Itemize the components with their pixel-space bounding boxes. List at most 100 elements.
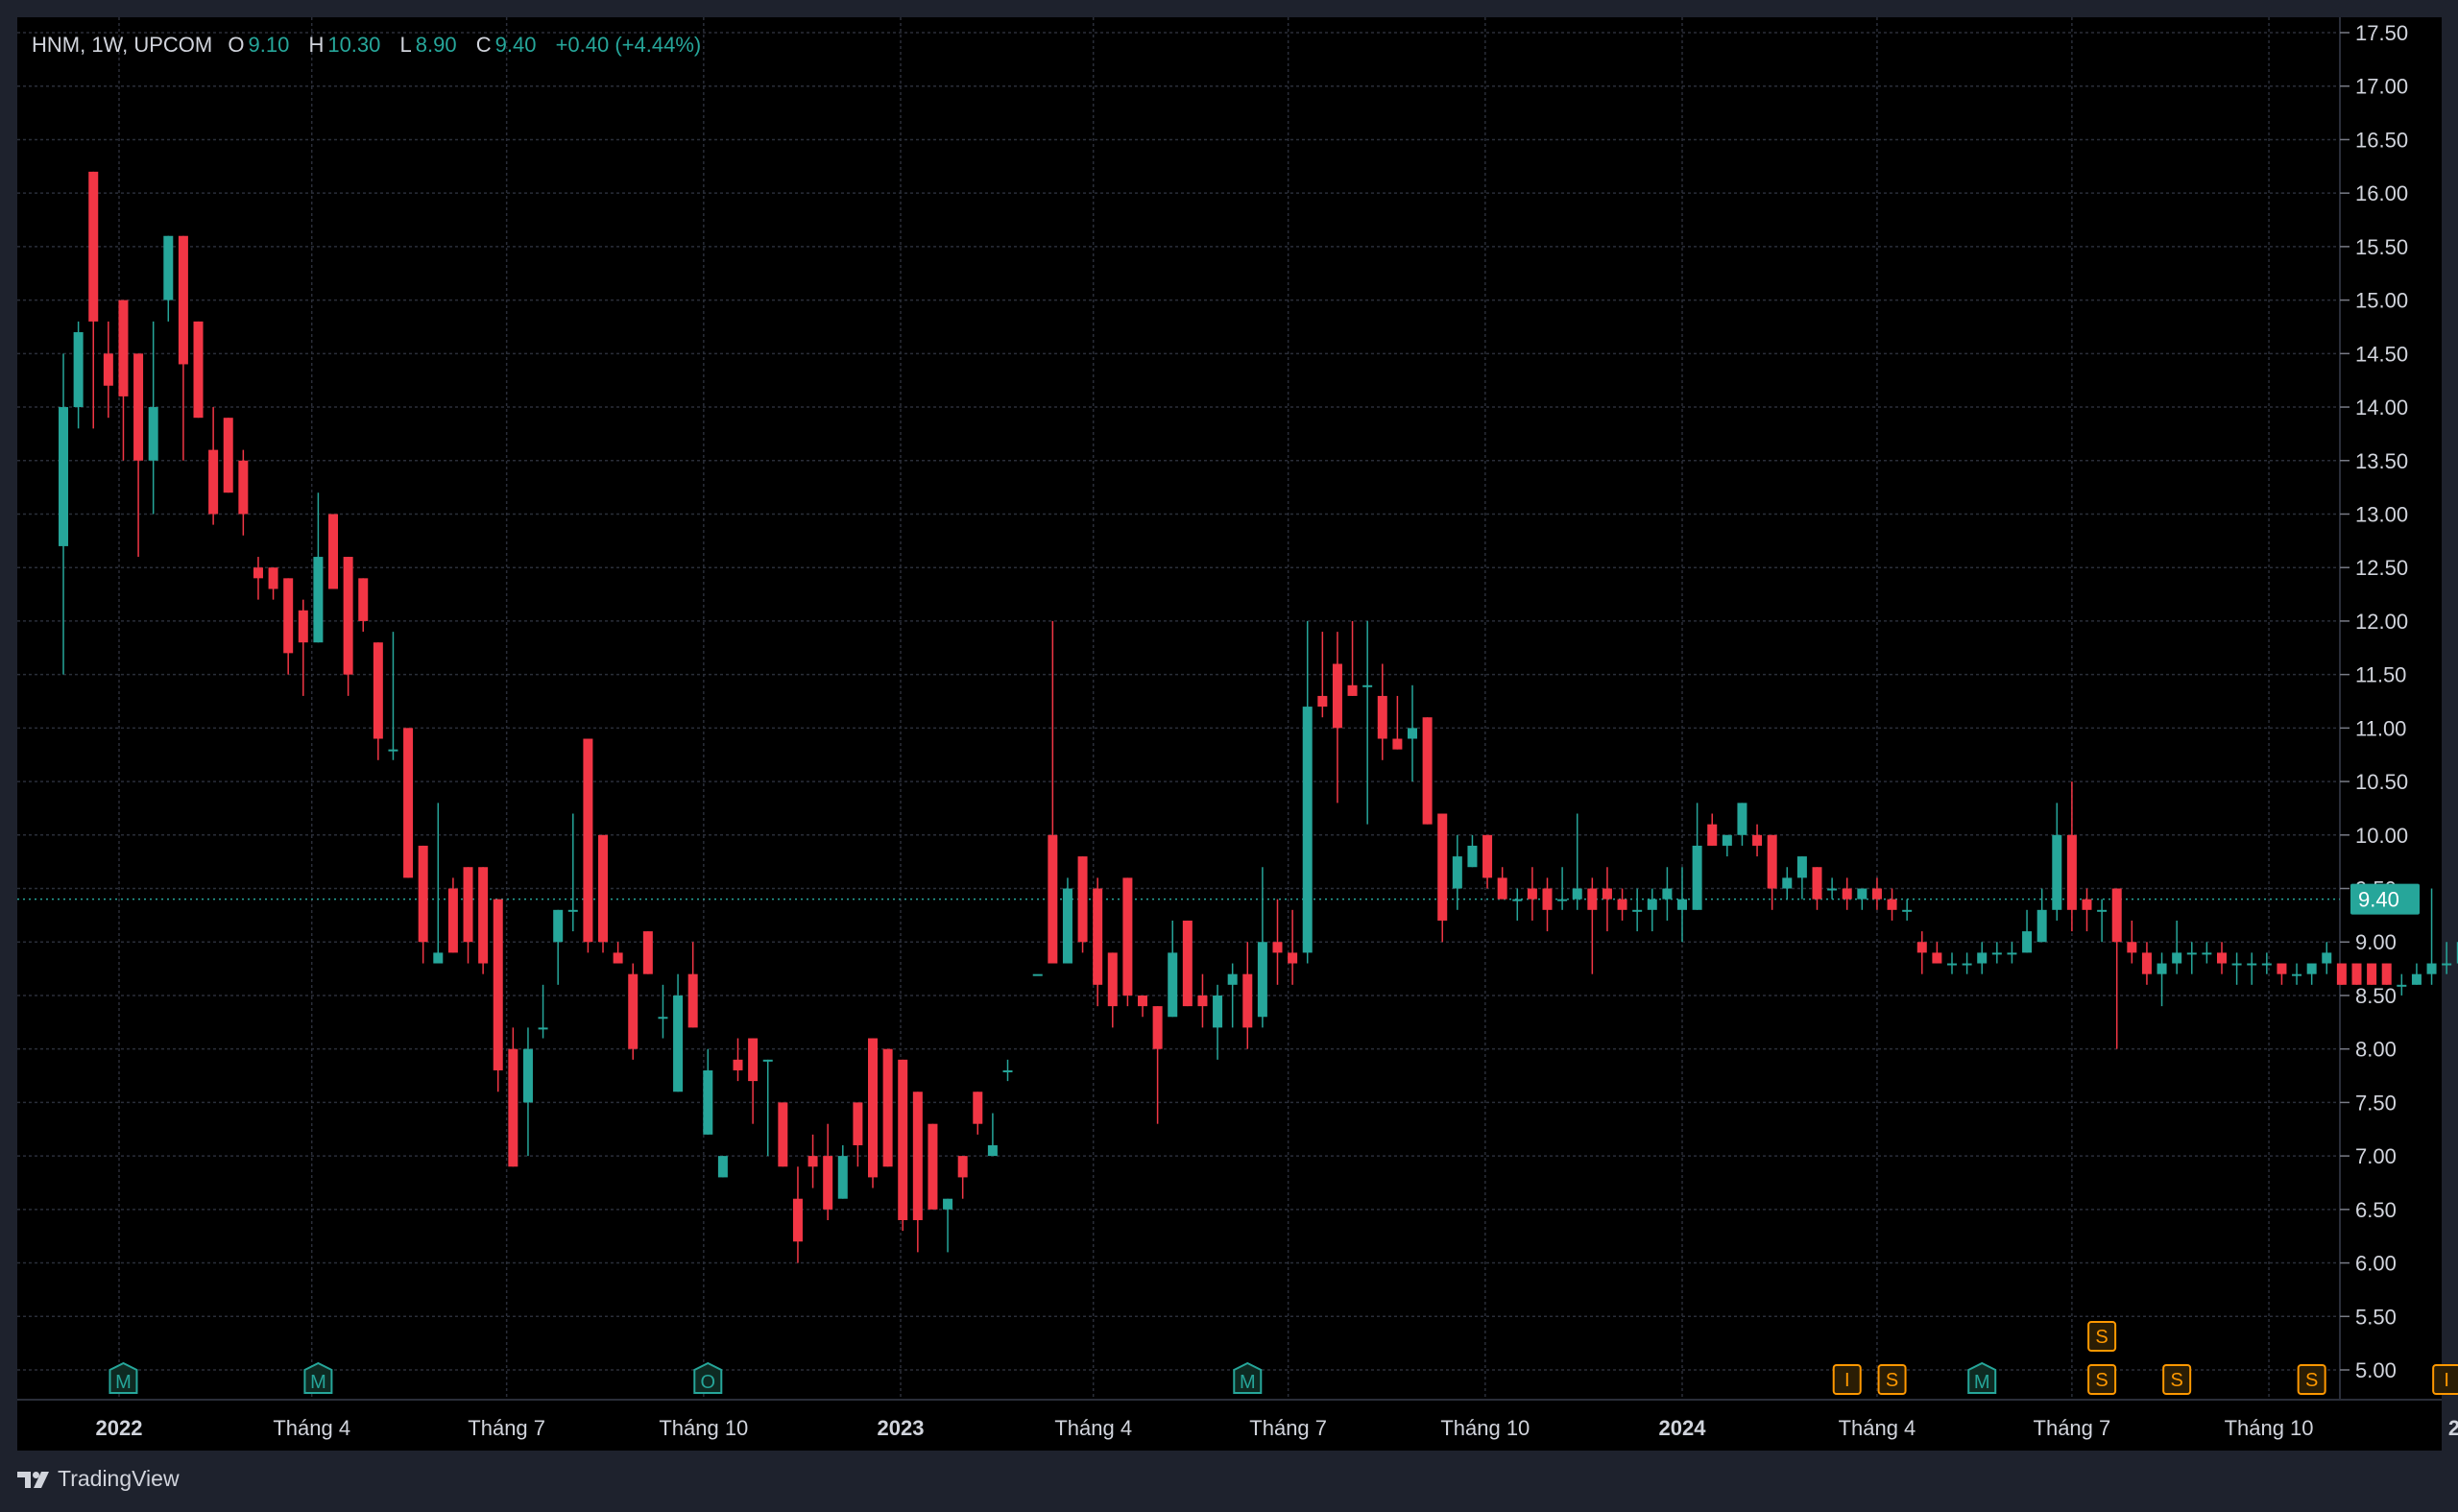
candle xyxy=(328,514,339,589)
candle-body xyxy=(673,995,684,1092)
candle xyxy=(1422,717,1433,825)
candle xyxy=(1782,867,1793,900)
candle-body xyxy=(268,567,278,589)
candle-body xyxy=(59,407,69,546)
candle-body xyxy=(1377,695,1387,739)
candle xyxy=(2127,920,2137,964)
candle-body xyxy=(1332,663,1342,729)
candle xyxy=(1632,888,1643,932)
badge-label: S xyxy=(2095,1370,2108,1391)
candle xyxy=(567,813,578,932)
candle xyxy=(1857,888,1868,910)
candle-body xyxy=(2442,963,2452,966)
candle xyxy=(1122,877,1133,1007)
event-badge-s[interactable]: S xyxy=(2162,1364,2192,1395)
event-badge-m[interactable]: M xyxy=(1233,1361,1263,1394)
tradingview-brand[interactable]: TradingView xyxy=(17,1466,180,1492)
open-label: O xyxy=(228,33,245,57)
candle xyxy=(373,642,383,760)
candle xyxy=(1932,942,1942,964)
candle-body xyxy=(2127,942,2137,953)
candle xyxy=(1991,942,2002,964)
candle-body xyxy=(2111,888,2122,943)
candle xyxy=(703,1048,713,1135)
candle xyxy=(2066,781,2077,932)
candle-body xyxy=(1796,856,1807,878)
candle-body xyxy=(2231,963,2242,966)
y-tick-label: 17.50 xyxy=(2355,21,2408,45)
candle-body xyxy=(748,1038,759,1082)
candle xyxy=(2052,803,2062,921)
event-badges[interactable]: M M O M I S M S S S S I xyxy=(108,1321,2458,1395)
candle-body xyxy=(987,1144,998,1157)
candle xyxy=(2397,973,2407,996)
symbol-title[interactable]: HNM, 1W, UPCOM xyxy=(32,33,212,57)
candle-body xyxy=(478,867,489,964)
candle xyxy=(2426,888,2437,985)
candle-body xyxy=(943,1198,953,1210)
candle xyxy=(973,1092,983,1135)
candle xyxy=(823,1123,833,1220)
candle xyxy=(1752,824,1763,857)
candle-body xyxy=(1122,877,1133,996)
candle xyxy=(1512,888,1523,921)
candle-body xyxy=(1347,684,1358,696)
event-badge-o[interactable]: O xyxy=(693,1361,723,1394)
event-badge-s[interactable]: S xyxy=(2297,1364,2326,1395)
candle-body xyxy=(1093,888,1103,985)
candle xyxy=(1557,867,1568,910)
candle xyxy=(358,578,369,633)
candle xyxy=(1288,909,1298,985)
candle-body xyxy=(163,235,174,300)
y-tick-label: 6.00 xyxy=(2355,1252,2397,1276)
event-badge-i[interactable]: I xyxy=(1832,1364,1862,1395)
y-tick-label: 15.00 xyxy=(2355,289,2408,313)
candle-body xyxy=(103,353,113,386)
candle-body xyxy=(1317,695,1328,708)
candle xyxy=(1962,952,1972,974)
candle-body xyxy=(1587,888,1598,910)
candle-body xyxy=(133,353,144,461)
candle xyxy=(807,1134,818,1188)
candle xyxy=(163,235,174,322)
candle xyxy=(628,963,639,1060)
event-badge-m[interactable]: M xyxy=(303,1361,333,1394)
candle-body xyxy=(403,728,414,878)
candle-body xyxy=(2216,952,2227,964)
y-tick-label: 14.50 xyxy=(2355,342,2408,366)
candle xyxy=(1152,1006,1163,1124)
event-badge-m[interactable]: M xyxy=(108,1361,138,1394)
candle-body xyxy=(733,1059,743,1070)
event-badge-i[interactable]: I xyxy=(2432,1364,2458,1395)
candle-body xyxy=(1002,1069,1013,1072)
candle xyxy=(478,867,489,974)
candle xyxy=(2322,942,2332,974)
candle-body xyxy=(1257,942,1267,1018)
candle-body xyxy=(703,1069,713,1135)
candle-body xyxy=(88,171,99,322)
candle-body xyxy=(1677,899,1687,910)
candle-body xyxy=(807,1156,818,1167)
close-label: C xyxy=(475,33,492,57)
candle xyxy=(1887,888,1897,921)
candle-body xyxy=(2261,963,2272,966)
candle xyxy=(2292,963,2302,985)
candle-body xyxy=(2066,834,2077,910)
candle-body xyxy=(912,1092,923,1220)
event-badge-s[interactable]: S xyxy=(2087,1321,2117,1352)
candle-body xyxy=(1572,888,1582,900)
price-chart[interactable]: M M O M I S M S S S S I 5.00 5.50 6.00 6.50 7.00 7.50 8.0… xyxy=(0,0,2458,1512)
candle xyxy=(1572,813,1582,910)
candle xyxy=(1362,620,1373,825)
candle xyxy=(748,1038,759,1124)
candle xyxy=(522,1027,533,1157)
event-badge-s[interactable]: S xyxy=(1877,1364,1907,1395)
event-badge-s[interactable]: S xyxy=(2087,1364,2117,1395)
x-tick-label: 2023 xyxy=(878,1416,925,1440)
candle-body xyxy=(687,973,698,1028)
time-axis[interactable]: 2022 Tháng 4 Tháng 7 Tháng 10 2023 Tháng 4 Thá… xyxy=(96,1416,2458,1440)
candle xyxy=(2202,942,2212,964)
price-axis[interactable]: 5.005.506.006.507.007.508.008.509.009.50… xyxy=(2340,21,2408,1382)
candle-body xyxy=(642,931,653,974)
event-badge-m[interactable]: M xyxy=(1967,1361,1997,1394)
